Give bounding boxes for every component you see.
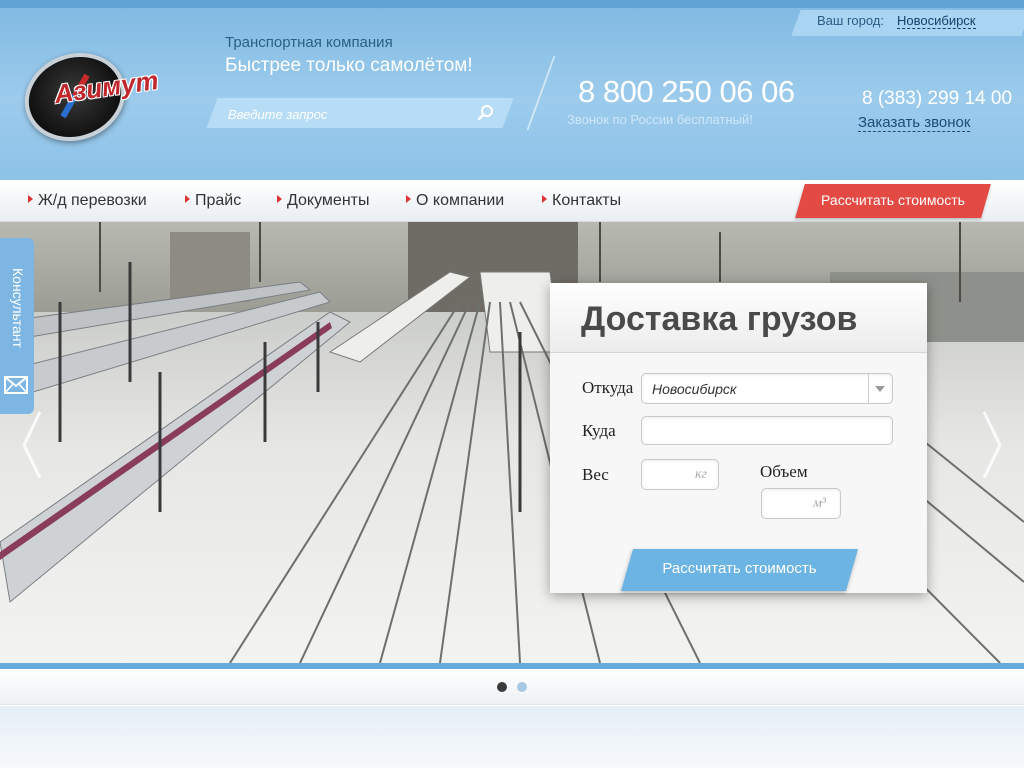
city-label: Ваш город: [817,13,884,28]
slogan: Быстрее только самолётом! [225,55,473,76]
chevron-down-icon [875,386,885,392]
phone-main[interactable]: 8 800 250 06 06 [578,74,795,110]
weight-field[interactable] [641,459,719,490]
bullet-icon [542,195,547,203]
mail-icon[interactable] [4,376,28,394]
from-label: Откуда [582,378,634,397]
delivery-form-title: Доставка грузов [581,300,858,338]
company-type: Транспортная компания [225,34,393,51]
content-area [0,706,1024,768]
callback-link[interactable]: Заказать звонок [858,114,971,132]
bullet-icon [185,195,190,203]
phone-main-note: Звонок по России бесплатный! [567,112,753,127]
search-icon[interactable] [476,103,496,123]
slider-dot-1[interactable] [497,682,507,692]
slider-pagination [0,669,1024,705]
nav-item-label: Ж/д перевозки [38,192,147,209]
logo[interactable]: Азимут [12,39,180,155]
bullet-icon [277,195,282,203]
slider-dot-2[interactable] [517,682,527,692]
volume-unit: м³ [813,496,827,511]
city-selector[interactable]: Новосибирск [897,13,976,29]
slider-prev-arrow[interactable] [20,410,44,480]
weight-label: Вес [582,465,609,484]
slider-next-arrow[interactable] [980,410,1004,480]
nav-item-label: О компании [416,192,505,209]
nav-item-documents[interactable]: Документы [277,192,369,210]
bullet-icon [28,195,33,203]
consultant-label[interactable]: Консультант [10,268,26,356]
search-input[interactable] [228,104,468,124]
nav-item-about[interactable]: О компании [406,192,504,210]
nav-item-label: Документы [287,192,370,209]
to-field[interactable] [641,416,893,445]
nav-item-rail[interactable]: Ж/д перевозки [28,192,147,210]
to-label: Куда [582,421,616,440]
nav-item-price[interactable]: Прайс [185,192,241,210]
submit-calc-button-label[interactable]: Рассчитать стоимость [627,560,852,577]
phone-local[interactable]: 8 (383) 299 14 00 [862,88,1012,110]
volume-field[interactable] [761,488,841,519]
from-select-value[interactable]: Новосибирск [652,381,737,397]
calc-cost-button-label[interactable]: Рассчитать стоимость [800,192,986,208]
nav-item-label: Прайс [195,192,242,209]
bullet-icon [406,195,411,203]
nav-item-contacts[interactable]: Контакты [542,192,621,210]
volume-label: Объем [760,462,808,481]
weight-unit: кг [695,467,708,482]
nav-item-label: Контакты [552,192,622,209]
